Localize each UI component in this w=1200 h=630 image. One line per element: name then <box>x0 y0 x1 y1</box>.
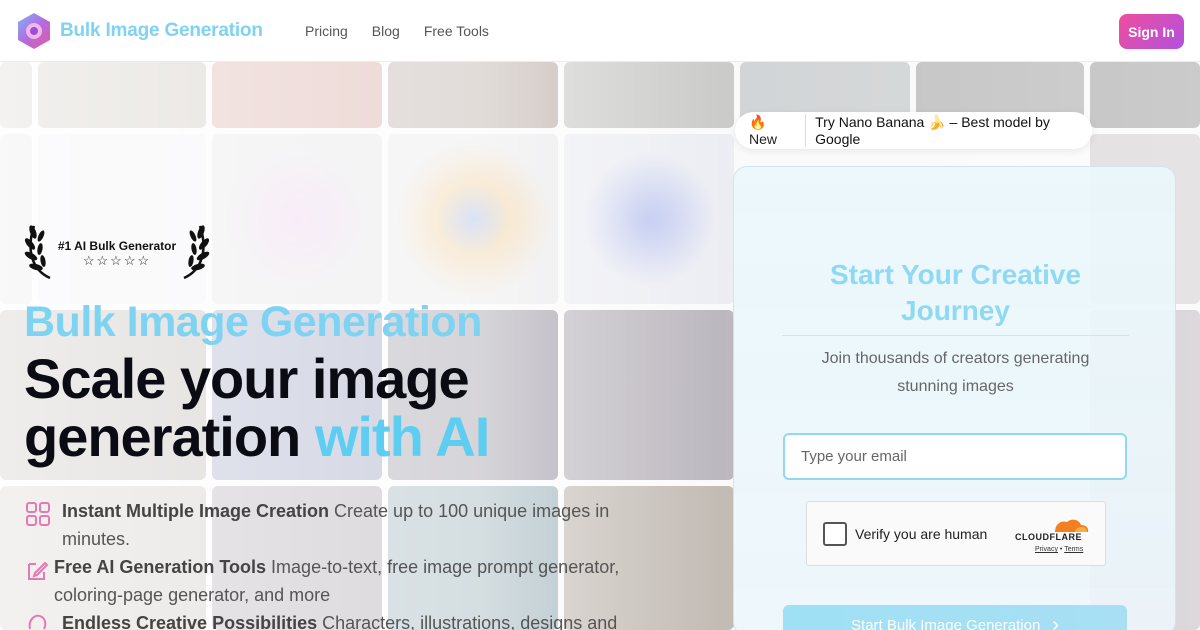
award-badge: #1 AI Bulk Generator ☆☆☆☆☆ <box>24 220 210 282</box>
captcha-checkbox[interactable] <box>823 522 847 546</box>
palette-icon <box>28 614 47 630</box>
headline-line1: Scale your image <box>24 347 470 410</box>
feature-1-title: Instant Multiple Image Creation <box>62 501 330 521</box>
cloudflare-name: CLOUDFLARE <box>1015 532 1082 542</box>
feature-2-title: Free AI Generation Tools <box>54 557 267 577</box>
hero-kicker: Bulk Image Generation <box>24 298 482 346</box>
captcha-label: Verify you are human <box>855 526 988 542</box>
start-button-label: Start Bulk Image Generation <box>851 616 1041 630</box>
chevron-right-icon: › <box>1052 613 1059 630</box>
link-separator: • <box>1059 546 1063 553</box>
laurel-right-icon <box>183 225 210 280</box>
headline-accent: with AI <box>314 405 490 468</box>
feature-3-title: Endless Creative Possibilities <box>62 613 318 630</box>
edit-icon <box>28 561 49 580</box>
announcement-text[interactable]: Try Nano Banana 🍌 – Best model by Google <box>815 114 1092 147</box>
hero-headline: Scale your image generation with AI <box>24 350 664 466</box>
headline-line2: generation <box>24 405 301 468</box>
feature-3-text: Characters, illustrations, designs and <box>317 613 618 630</box>
cloudflare-links: Privacy • Terms <box>1035 546 1083 553</box>
grid-icon <box>26 502 50 526</box>
top-navbar: Bulk Image Generation Pricing Blog Free … <box>0 0 1200 62</box>
feature-item-3: Endless Creative Possibilities Character… <box>62 609 662 630</box>
announcement-pill[interactable]: 🔥 New Try Nano Banana 🍌 – Best model by … <box>735 112 1092 149</box>
gem-logo-icon[interactable] <box>15 12 53 50</box>
card-subtitle: Join thousands of creators generating st… <box>821 350 1090 395</box>
main-nav: Pricing Blog Free Tools <box>305 23 489 39</box>
privacy-link[interactable]: Privacy <box>1035 546 1058 553</box>
card-divider <box>782 335 1129 336</box>
start-generation-button[interactable]: Start Bulk Image Generation › <box>783 605 1127 630</box>
nav-free-tools[interactable]: Free Tools <box>424 23 489 39</box>
email-input[interactable] <box>783 433 1127 480</box>
card-title-line1: Start Your Creative <box>829 259 1082 290</box>
captcha-widget: Verify you are human CLOUDFLARE Privacy … <box>806 501 1106 566</box>
card-title-line2: Journey <box>901 295 1010 326</box>
new-badge: 🔥 New <box>749 114 807 147</box>
signup-card: Start Your Creative Journey Join thousan… <box>733 166 1176 630</box>
brand-name[interactable]: Bulk Image Generation <box>60 20 263 42</box>
sign-in-button[interactable]: Sign In <box>1119 14 1184 49</box>
feature-item-1: Instant Multiple Image Creation Create u… <box>62 497 662 553</box>
nav-pricing[interactable]: Pricing <box>305 23 348 39</box>
terms-link[interactable]: Terms <box>1064 546 1083 553</box>
feature-item-2: Free AI Generation Tools Image-to-text, … <box>54 553 664 609</box>
card-title: Start Your Creative Journey <box>734 257 1177 329</box>
nav-blog[interactable]: Blog <box>372 23 400 39</box>
